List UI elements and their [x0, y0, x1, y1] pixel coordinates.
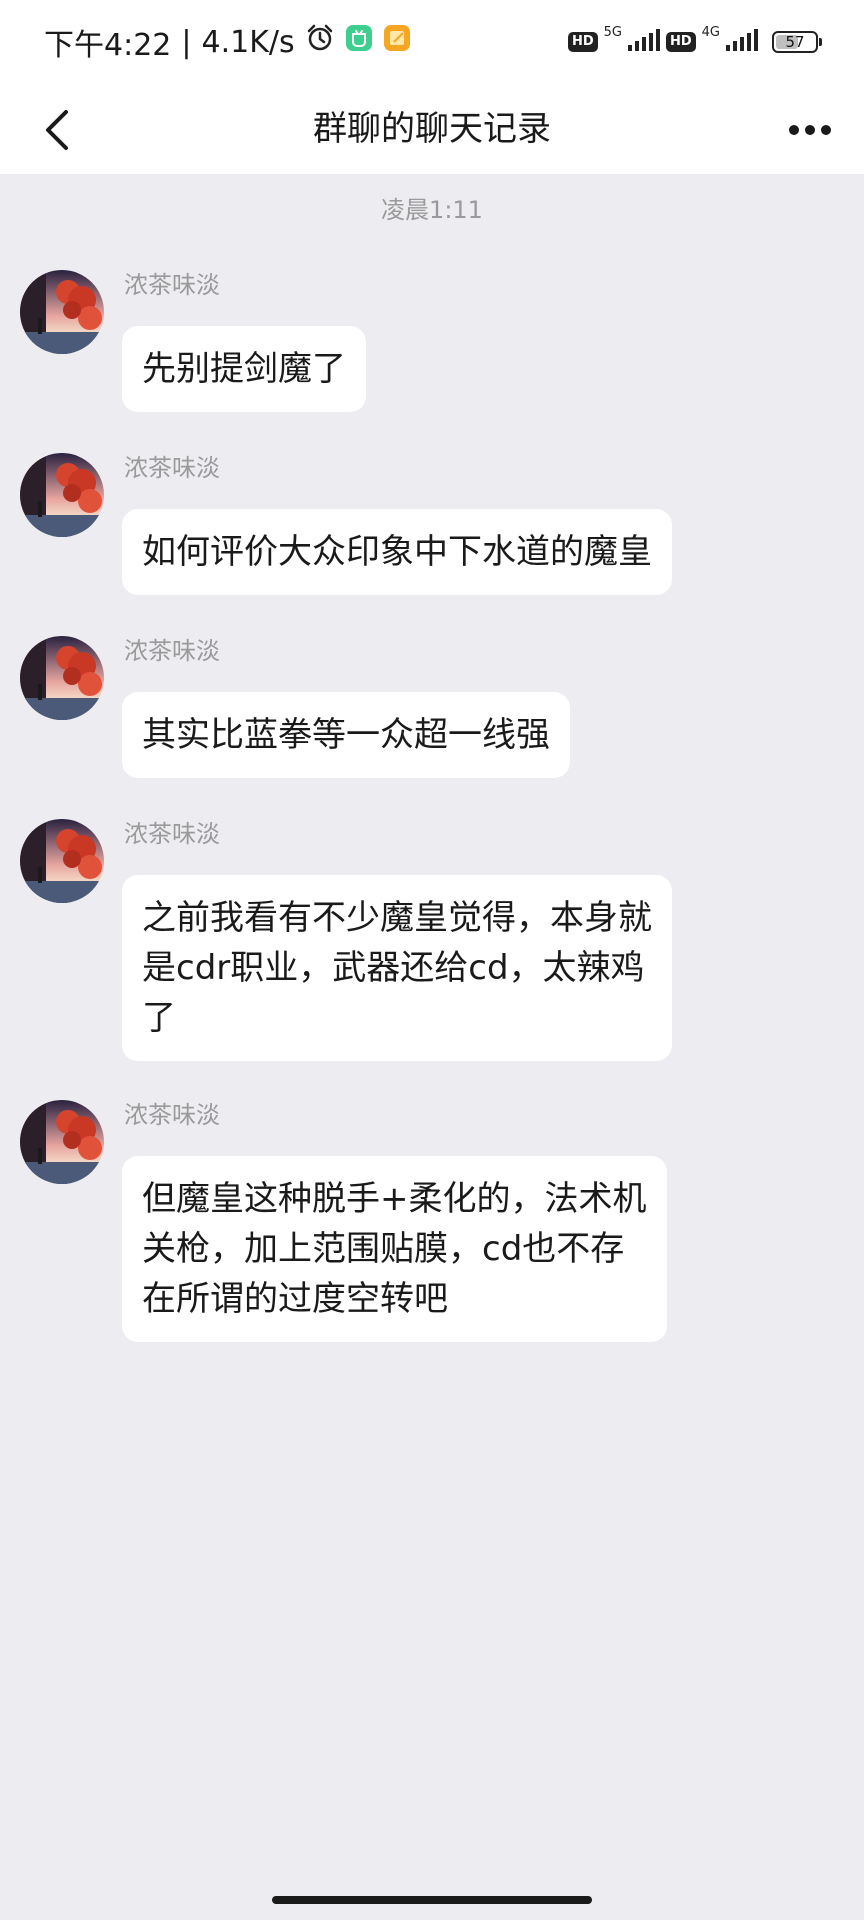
network-5g-label: 5G [603, 24, 622, 40]
status-time: 下午4:22 [44, 28, 172, 63]
sender-name: 浓茶味淡 [124, 1101, 220, 1129]
signal-4g-icon [724, 27, 758, 57]
avatar[interactable] [20, 270, 104, 354]
sender-name: 浓茶味淡 [124, 454, 220, 482]
sender-name: 浓茶味淡 [124, 820, 220, 848]
network-4g-label: 4G [701, 24, 720, 40]
hd-badge: HD [567, 32, 598, 52]
status-left: 下午4:22 | 4.1K/s [44, 22, 411, 63]
header-bar: 群聊的聊天记录 [0, 84, 864, 174]
chat-timestamp: 凌晨1:11 [381, 196, 483, 224]
status-separator: | [181, 24, 192, 60]
app-notification-orange-icon [383, 24, 411, 60]
page-title: 群聊的聊天记录 [313, 109, 551, 149]
avatar[interactable] [20, 453, 104, 537]
battery-icon: 57 [772, 31, 822, 53]
home-indicator[interactable] [272, 1896, 592, 1904]
signal-5g-icon [626, 27, 660, 57]
message-bubble[interactable]: 但魔皇这种脱手+柔化的，法术机 关枪，加上范围贴膜，cd也不存 在所谓的过度空转… [122, 1156, 667, 1342]
status-right: HD 5G HD 4G 57 [567, 24, 822, 60]
sender-name: 浓茶味淡 [124, 637, 220, 665]
avatar[interactable] [20, 819, 104, 903]
status-net-speed: 4.1K/s [201, 24, 295, 60]
message-bubble[interactable]: 先别提剑魔了 [122, 326, 366, 412]
avatar[interactable] [20, 636, 104, 720]
battery-text: 57 [785, 33, 805, 51]
sender-name: 浓茶味淡 [124, 271, 220, 299]
status-bar: 下午4:22 | 4.1K/s HD 5G HD 4G 57 [0, 0, 864, 84]
alarm-icon [305, 23, 335, 61]
message-bubble[interactable]: 如何评价大众印象中下水道的魔皇 [122, 509, 672, 595]
app-notification-green-icon [345, 24, 373, 60]
message-bubble[interactable]: 其实比蓝拳等一众超一线强 [122, 692, 570, 778]
message-bubble[interactable]: 之前我看有不少魔皇觉得，本身就 是cdr职业，武器还给cd，太辣鸡 了 [122, 875, 672, 1061]
more-button[interactable] [778, 102, 842, 158]
more-horizontal-icon [789, 125, 831, 135]
avatar[interactable] [20, 1100, 104, 1184]
hd-badge-2: HD [665, 32, 696, 52]
